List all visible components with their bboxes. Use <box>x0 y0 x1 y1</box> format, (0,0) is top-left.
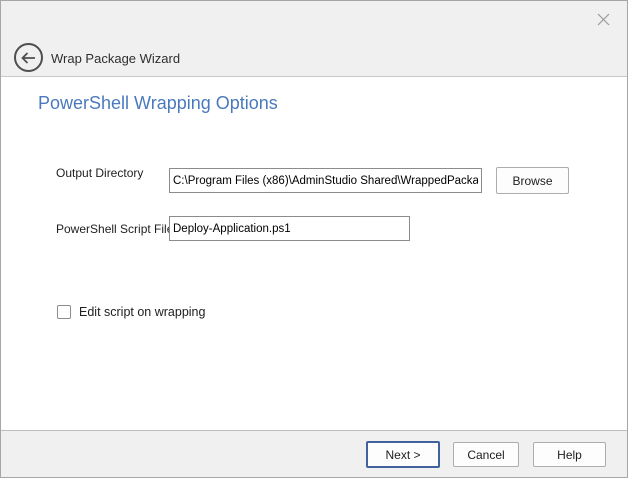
script-file-label: PowerShell Script File <box>56 222 173 236</box>
script-file-input[interactable] <box>169 216 410 241</box>
back-arrow-icon <box>21 52 36 64</box>
page-title: PowerShell Wrapping Options <box>38 93 278 114</box>
help-button[interactable]: Help <box>533 442 606 467</box>
wrap-package-wizard-dialog: Wrap Package Wizard PowerShell Wrapping … <box>0 0 628 478</box>
wizard-content <box>1 78 627 432</box>
edit-script-row: Edit script on wrapping <box>57 305 205 319</box>
output-directory-input[interactable] <box>169 168 482 193</box>
back-button[interactable] <box>14 43 43 72</box>
edit-script-label: Edit script on wrapping <box>79 305 205 319</box>
cancel-button[interactable]: Cancel <box>453 442 519 467</box>
close-icon <box>597 13 610 26</box>
output-directory-label: Output Directory <box>56 166 143 180</box>
close-button[interactable] <box>591 8 615 30</box>
wizard-title: Wrap Package Wizard <box>51 51 180 66</box>
next-button[interactable]: Next > <box>366 441 440 468</box>
edit-script-checkbox[interactable] <box>57 305 71 319</box>
browse-button[interactable]: Browse <box>496 167 569 194</box>
